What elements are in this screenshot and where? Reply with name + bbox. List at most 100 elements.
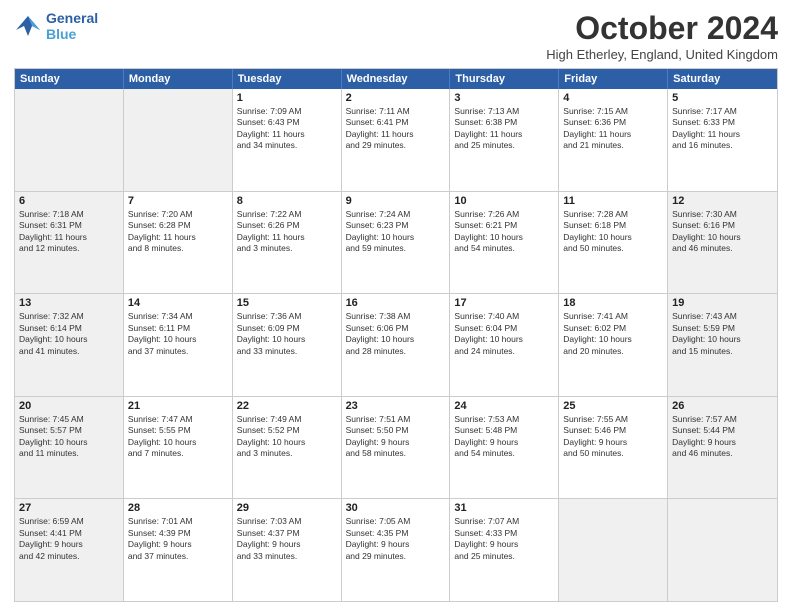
logo-icon (14, 12, 42, 40)
calendar-cell-15: 15Sunrise: 7:36 AMSunset: 6:09 PMDayligh… (233, 294, 342, 396)
cell-info-line: Sunset: 5:57 PM (19, 425, 119, 436)
cell-info-line: Sunset: 5:50 PM (346, 425, 446, 436)
cell-info-line: and 54 minutes. (454, 448, 554, 459)
cell-info-line: Sunset: 4:35 PM (346, 528, 446, 539)
cell-info-line: and 37 minutes. (128, 346, 228, 357)
calendar-cell-empty (559, 499, 668, 601)
day-number: 3 (454, 92, 554, 104)
cell-info-line: Daylight: 9 hours (454, 539, 554, 550)
day-number: 18 (563, 297, 663, 309)
cell-info-line: Sunrise: 7:36 AM (237, 311, 337, 322)
cell-info-line: Sunrise: 7:05 AM (346, 516, 446, 527)
calendar-cell-11: 11Sunrise: 7:28 AMSunset: 6:18 PMDayligh… (559, 192, 668, 294)
calendar-cell-24: 24Sunrise: 7:53 AMSunset: 5:48 PMDayligh… (450, 397, 559, 499)
cell-info-line: and 42 minutes. (19, 551, 119, 562)
cell-info-line: Sunrise: 7:17 AM (672, 106, 773, 117)
calendar-cell-28: 28Sunrise: 7:01 AMSunset: 4:39 PMDayligh… (124, 499, 233, 601)
cell-info-line: Sunrise: 7:15 AM (563, 106, 663, 117)
calendar-cell-25: 25Sunrise: 7:55 AMSunset: 5:46 PMDayligh… (559, 397, 668, 499)
day-number: 26 (672, 400, 773, 412)
cell-info-line: and 54 minutes. (454, 243, 554, 254)
cell-info-line: Sunrise: 7:49 AM (237, 414, 337, 425)
cell-info-line: Sunset: 6:18 PM (563, 220, 663, 231)
cell-info-line: Sunrise: 7:28 AM (563, 209, 663, 220)
cell-info-line: Sunrise: 7:32 AM (19, 311, 119, 322)
cell-info-line: and 37 minutes. (128, 551, 228, 562)
cell-info-line: Sunrise: 7:26 AM (454, 209, 554, 220)
day-number: 10 (454, 195, 554, 207)
cell-info-line: Sunrise: 7:41 AM (563, 311, 663, 322)
cell-info-line: Sunrise: 7:40 AM (454, 311, 554, 322)
cell-info-line: Daylight: 11 hours (346, 129, 446, 140)
title-block: October 2024 High Etherley, England, Uni… (546, 10, 778, 62)
cell-info-line: Sunrise: 7:07 AM (454, 516, 554, 527)
cell-info-line: Sunset: 6:31 PM (19, 220, 119, 231)
cell-info-line: and 20 minutes. (563, 346, 663, 357)
cell-info-line: Daylight: 10 hours (454, 232, 554, 243)
cell-info-line: and 29 minutes. (346, 551, 446, 562)
day-number: 1 (237, 92, 337, 104)
calendar-cell-14: 14Sunrise: 7:34 AMSunset: 6:11 PMDayligh… (124, 294, 233, 396)
cell-info-line: Sunset: 6:36 PM (563, 117, 663, 128)
cell-info-line: and 11 minutes. (19, 448, 119, 459)
calendar-cell-18: 18Sunrise: 7:41 AMSunset: 6:02 PMDayligh… (559, 294, 668, 396)
cell-info-line: Sunrise: 7:43 AM (672, 311, 773, 322)
cell-info-line: Daylight: 10 hours (672, 232, 773, 243)
calendar-cell-29: 29Sunrise: 7:03 AMSunset: 4:37 PMDayligh… (233, 499, 342, 601)
cell-info-line: Daylight: 10 hours (672, 334, 773, 345)
cell-info-line: and 59 minutes. (346, 243, 446, 254)
cell-info-line: Daylight: 9 hours (237, 539, 337, 550)
cell-info-line: Sunset: 4:39 PM (128, 528, 228, 539)
day-number: 7 (128, 195, 228, 207)
cell-info-line: and 8 minutes. (128, 243, 228, 254)
cell-info-line: Sunset: 6:33 PM (672, 117, 773, 128)
day-number: 24 (454, 400, 554, 412)
cell-info-line: and 34 minutes. (237, 140, 337, 151)
calendar-row-4: 27Sunrise: 6:59 AMSunset: 4:41 PMDayligh… (15, 498, 777, 601)
day-number: 27 (19, 502, 119, 514)
cell-info-line: Daylight: 11 hours (563, 129, 663, 140)
calendar-cell-1: 1Sunrise: 7:09 AMSunset: 6:43 PMDaylight… (233, 89, 342, 191)
calendar-cell-empty (668, 499, 777, 601)
cell-info-line: Daylight: 11 hours (237, 129, 337, 140)
calendar-cell-22: 22Sunrise: 7:49 AMSunset: 5:52 PMDayligh… (233, 397, 342, 499)
cell-info-line: Sunset: 6:28 PM (128, 220, 228, 231)
cell-info-line: Sunset: 6:09 PM (237, 323, 337, 334)
cell-info-line: Sunrise: 7:03 AM (237, 516, 337, 527)
cell-info-line: Sunset: 6:04 PM (454, 323, 554, 334)
calendar-row-2: 13Sunrise: 7:32 AMSunset: 6:14 PMDayligh… (15, 293, 777, 396)
day-number: 12 (672, 195, 773, 207)
cell-info-line: Sunrise: 7:24 AM (346, 209, 446, 220)
cell-info-line: and 50 minutes. (563, 448, 663, 459)
day-number: 31 (454, 502, 554, 514)
weekday-header-thursday: Thursday (450, 69, 559, 89)
day-number: 4 (563, 92, 663, 104)
cell-info-line: Daylight: 11 hours (128, 232, 228, 243)
calendar-cell-30: 30Sunrise: 7:05 AMSunset: 4:35 PMDayligh… (342, 499, 451, 601)
cell-info-line: Sunset: 6:41 PM (346, 117, 446, 128)
cell-info-line: Daylight: 11 hours (19, 232, 119, 243)
calendar-cell-23: 23Sunrise: 7:51 AMSunset: 5:50 PMDayligh… (342, 397, 451, 499)
cell-info-line: and 3 minutes. (237, 448, 337, 459)
calendar-header: SundayMondayTuesdayWednesdayThursdayFrid… (15, 69, 777, 89)
cell-info-line: Daylight: 10 hours (454, 334, 554, 345)
cell-info-line: Daylight: 9 hours (128, 539, 228, 550)
day-number: 29 (237, 502, 337, 514)
cell-info-line: Sunset: 6:26 PM (237, 220, 337, 231)
cell-info-line: Daylight: 10 hours (19, 437, 119, 448)
calendar-cell-8: 8Sunrise: 7:22 AMSunset: 6:26 PMDaylight… (233, 192, 342, 294)
weekday-header-monday: Monday (124, 69, 233, 89)
cell-info-line: Daylight: 9 hours (346, 539, 446, 550)
cell-info-line: Daylight: 9 hours (346, 437, 446, 448)
cell-info-line: Sunset: 5:55 PM (128, 425, 228, 436)
cell-info-line: Daylight: 10 hours (19, 334, 119, 345)
cell-info-line: Daylight: 9 hours (19, 539, 119, 550)
cell-info-line: Daylight: 9 hours (672, 437, 773, 448)
calendar-cell-empty (124, 89, 233, 191)
logo-text: General Blue (46, 10, 98, 42)
weekday-header-tuesday: Tuesday (233, 69, 342, 89)
calendar-cell-12: 12Sunrise: 7:30 AMSunset: 6:16 PMDayligh… (668, 192, 777, 294)
calendar-cell-9: 9Sunrise: 7:24 AMSunset: 6:23 PMDaylight… (342, 192, 451, 294)
cell-info-line: and 16 minutes. (672, 140, 773, 151)
calendar-cell-2: 2Sunrise: 7:11 AMSunset: 6:41 PMDaylight… (342, 89, 451, 191)
